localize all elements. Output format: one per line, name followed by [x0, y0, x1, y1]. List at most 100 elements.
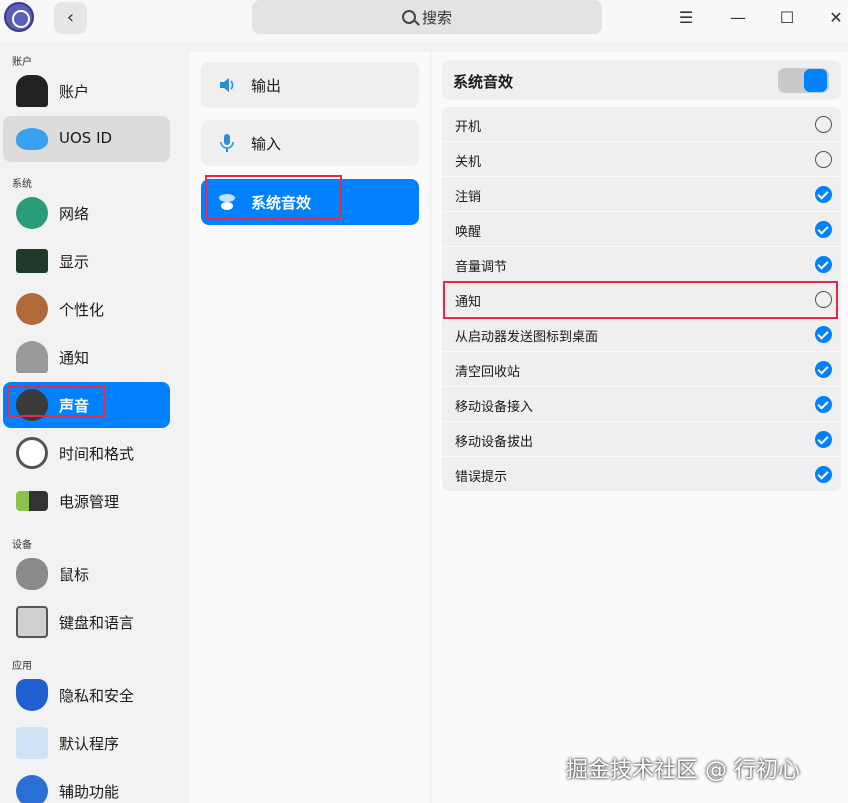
system-effects-panel: 系统音效 开机 关机 注销 唤醒 音量调节 通知 从启动器发送图标到桌面 清空回… — [432, 52, 848, 803]
user-icon — [16, 75, 48, 107]
sidebar-item-display[interactable]: 显示 — [3, 238, 170, 284]
menu-icon[interactable]: ☰ — [672, 6, 700, 30]
checkmark-icon[interactable] — [815, 431, 832, 448]
list-item[interactable]: 注销 — [442, 177, 841, 211]
sidebar-item-label: UOS ID — [59, 129, 113, 147]
app-logo-icon — [4, 2, 34, 32]
submenu-item-label: 系统音效 — [251, 194, 312, 212]
list-item[interactable]: 通知 — [442, 282, 841, 316]
checkmark-icon[interactable] — [815, 221, 832, 238]
cloud-icon — [16, 128, 48, 150]
list-item[interactable]: 关机 — [442, 142, 841, 176]
system-effects-title: 系统音效 — [453, 73, 514, 91]
sidebar-item-label: 鼠标 — [59, 566, 90, 584]
default-apps-icon — [16, 727, 48, 759]
sidebar-item-sound[interactable]: 声音 — [3, 382, 170, 428]
checkmark-icon[interactable] — [815, 466, 832, 483]
sidebar-item-personalization[interactable]: 个性化 — [3, 286, 170, 332]
keyboard-icon — [16, 606, 48, 638]
list-item-label: 开机 — [455, 120, 482, 135]
maximize-button[interactable]: ☐ — [773, 6, 801, 30]
list-item[interactable]: 清空回收站 — [442, 352, 841, 386]
sidebar-item-network[interactable]: 网络 — [3, 190, 170, 236]
sound-submenu: 输出 输入 系统音效 — [190, 52, 430, 803]
submenu-item-label: 输入 — [251, 135, 282, 153]
checkmark-icon[interactable] — [815, 256, 832, 273]
sidebar-item-mouse[interactable]: 鼠标 — [3, 551, 170, 597]
sidebar-item-label: 声音 — [59, 397, 90, 415]
clock-icon — [16, 437, 48, 469]
sidebar-item-label: 默认程序 — [59, 735, 120, 753]
sidebar-item-notifications[interactable]: 通知 — [3, 334, 170, 380]
sidebar-item-label: 网络 — [59, 205, 90, 223]
palette-icon — [16, 293, 48, 325]
list-item[interactable]: 音量调节 — [442, 247, 841, 281]
check-circle-icon[interactable] — [815, 291, 832, 308]
shield-icon — [16, 679, 48, 711]
sidebar-item-label: 辅助功能 — [59, 783, 120, 801]
check-circle-icon[interactable] — [815, 116, 832, 133]
list-item-label: 错误提示 — [455, 470, 508, 485]
search-icon — [401, 10, 416, 24]
submenu-item-input[interactable]: 输入 — [201, 120, 419, 166]
sidebar-item-default-apps[interactable]: 默认程序 — [3, 720, 170, 766]
checkmark-icon[interactable] — [815, 186, 832, 203]
submenu-item-label: 输出 — [251, 77, 282, 95]
system-effects-toggle[interactable] — [778, 68, 829, 93]
list-item-label: 注销 — [455, 190, 482, 205]
sidebar-item-label: 个性化 — [59, 301, 105, 319]
sidebar-item-power[interactable]: 电源管理 — [3, 478, 170, 524]
list-item[interactable]: 从启动器发送图标到桌面 — [442, 317, 841, 351]
list-item-label: 音量调节 — [455, 260, 508, 275]
list-item-label: 通知 — [455, 295, 482, 310]
group-label-app: 应用 — [12, 661, 32, 672]
list-item-label: 移动设备拔出 — [455, 435, 534, 450]
minimize-button[interactable]: — — [724, 6, 752, 30]
checkmark-icon[interactable] — [815, 396, 832, 413]
list-item[interactable]: 唤醒 — [442, 212, 841, 246]
submenu-item-output[interactable]: 输出 — [201, 62, 419, 108]
group-label-system: 系统 — [12, 179, 32, 190]
sidebar: 账户 账户 UOS ID 系统 网络 显示 个性化 通知 声音 时间和格式 电源… — [0, 42, 178, 803]
checkmark-icon[interactable] — [815, 326, 832, 343]
sidebar-item-label: 电源管理 — [59, 493, 120, 511]
sidebar-item-privacy[interactable]: 隐私和安全 — [3, 672, 170, 718]
accessibility-icon — [16, 775, 48, 803]
bell-icon — [16, 341, 48, 373]
sidebar-item-keyboard[interactable]: 键盘和语言 — [3, 599, 170, 645]
sidebar-item-label: 隐私和安全 — [59, 687, 135, 705]
list-item[interactable]: 移动设备接入 — [442, 387, 841, 421]
group-label-account: 账户 — [12, 57, 32, 68]
list-item[interactable]: 开机 — [442, 107, 841, 141]
check-circle-icon[interactable] — [815, 151, 832, 168]
search-input[interactable]: 搜索 — [252, 0, 602, 34]
sidebar-item-label: 显示 — [59, 253, 90, 271]
speaker-output-icon — [220, 78, 234, 92]
microphone-icon — [220, 134, 234, 152]
list-item-label: 唤醒 — [455, 225, 482, 240]
sidebar-item-account[interactable]: 账户 — [3, 68, 170, 114]
sidebar-item-label: 时间和格式 — [59, 445, 135, 463]
sidebar-item-accessibility[interactable]: 辅助功能 — [3, 768, 170, 803]
system-effects-header: 系统音效 — [442, 60, 841, 100]
sidebar-item-time-format[interactable]: 时间和格式 — [3, 430, 170, 476]
group-label-device: 设备 — [12, 540, 32, 551]
list-item-label: 移动设备接入 — [455, 400, 534, 415]
speaker-icon — [16, 389, 48, 421]
back-button[interactable]: ‹ — [54, 2, 87, 34]
title-bar: ‹ 搜索 ☰ — ☐ ✕ — [0, 0, 848, 42]
close-button[interactable]: ✕ — [822, 6, 848, 30]
sidebar-item-label: 通知 — [59, 349, 90, 367]
sidebar-item-uos-id[interactable]: UOS ID — [3, 116, 170, 162]
system-sound-icon — [219, 194, 235, 210]
toggle-knob — [804, 69, 827, 92]
list-item[interactable]: 错误提示 — [442, 457, 841, 491]
display-icon — [16, 249, 48, 273]
sidebar-item-label: 账户 — [59, 83, 90, 101]
list-item-label: 关机 — [455, 155, 482, 170]
list-item-label: 从启动器发送图标到桌面 — [455, 330, 599, 345]
submenu-item-system-sound[interactable]: 系统音效 — [201, 179, 419, 225]
checkmark-icon[interactable] — [815, 361, 832, 378]
list-item[interactable]: 移动设备拔出 — [442, 422, 841, 456]
sidebar-item-label: 键盘和语言 — [59, 614, 135, 632]
